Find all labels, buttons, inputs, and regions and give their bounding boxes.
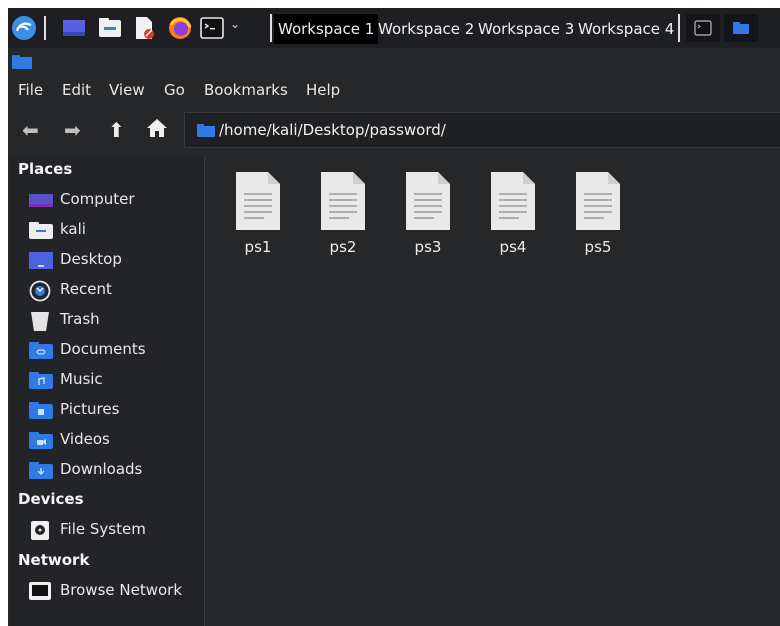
file-manager-window-icon[interactable]: [724, 14, 758, 42]
file-item-ps4[interactable]: ps4: [475, 166, 545, 266]
documents-folder-icon: [28, 340, 54, 360]
recent-icon: [28, 280, 54, 302]
music-folder-icon: [28, 370, 54, 390]
panel-separator: [270, 14, 272, 42]
text-editor-icon[interactable]: [130, 14, 158, 42]
file-name: ps5: [584, 238, 612, 256]
text-file-icon: [321, 172, 365, 230]
home-folder-icon: [28, 220, 54, 240]
up-arrow-icon[interactable]: ⬆: [108, 118, 125, 142]
panel-separator: [44, 16, 46, 40]
text-file-icon: [236, 172, 280, 230]
sidebar: Places Computer kali Desktop Recent Tras…: [10, 156, 204, 626]
file-name: ps1: [244, 238, 272, 256]
videos-folder-icon: [28, 430, 54, 450]
workspace-4-button[interactable]: Workspace 4: [578, 14, 674, 44]
sidebar-item-label: Browse Network: [60, 581, 183, 599]
desktop-icon: [28, 250, 54, 270]
sidebar-item-recent[interactable]: Recent: [26, 276, 202, 304]
menubar: File Edit View Go Bookmarks Help: [8, 76, 780, 104]
file-name: ps3: [414, 238, 442, 256]
sidebar-item-label: Computer: [60, 190, 135, 208]
chevron-down-icon[interactable]: ⌄: [230, 17, 240, 31]
location-folder-icon: [197, 124, 215, 137]
menu-bookmarks[interactable]: Bookmarks: [204, 81, 288, 99]
trash-icon: [28, 310, 54, 331]
network-icon: [28, 581, 54, 601]
back-arrow-icon[interactable]: ⬅: [22, 118, 39, 142]
sidebar-item-trash[interactable]: Trash: [26, 306, 202, 334]
workspace-3-button[interactable]: Workspace 3: [478, 14, 574, 44]
sidebar-item-browse-network[interactable]: Browse Network: [26, 577, 202, 605]
places-heading: Places: [18, 160, 73, 178]
menu-help[interactable]: Help: [306, 81, 340, 99]
sidebar-item-documents[interactable]: Documents: [26, 336, 202, 364]
sidebar-item-label: Documents: [60, 340, 146, 358]
kali-menu-icon[interactable]: [10, 14, 38, 42]
text-file-icon: [576, 172, 620, 230]
file-item-ps5[interactable]: ps5: [560, 166, 630, 266]
sidebar-item-label: Downloads: [60, 460, 143, 478]
sidebar-item-label: Recent: [60, 280, 112, 298]
sidebar-item-label: kali: [60, 220, 86, 238]
text-file-icon: [491, 172, 535, 230]
terminal-window-icon[interactable]: [686, 14, 720, 42]
sidebar-item-kali[interactable]: kali: [26, 216, 202, 244]
sidebar-item-desktop[interactable]: Desktop: [26, 246, 202, 274]
downloads-folder-icon: [28, 460, 54, 480]
sidebar-item-computer[interactable]: Computer: [26, 186, 202, 214]
menu-edit[interactable]: Edit: [62, 81, 91, 99]
sidebar-item-label: Music: [60, 370, 103, 388]
panel-separator: [678, 14, 680, 42]
file-view[interactable]: ps1 ps2 ps3 ps4 ps5: [206, 156, 780, 626]
menu-view[interactable]: View: [109, 81, 145, 99]
desktop-screen: ⌄ Workspace 1 Workspace 2 Workspace 3 Wo…: [0, 0, 780, 626]
home-icon[interactable]: [146, 118, 168, 143]
forward-arrow-icon[interactable]: ➡: [64, 118, 81, 142]
network-heading: Network: [18, 551, 90, 569]
file-name: ps4: [499, 238, 527, 256]
text-file-icon: [406, 172, 450, 230]
sidebar-item-pictures[interactable]: Pictures: [26, 396, 202, 424]
pictures-folder-icon: [28, 400, 54, 420]
sidebar-divider[interactable]: [204, 156, 205, 626]
devices-heading: Devices: [18, 490, 84, 508]
terminal-icon[interactable]: [198, 14, 226, 42]
sidebar-item-file-system[interactable]: File System: [26, 516, 202, 544]
sidebar-item-label: Trash: [60, 310, 100, 328]
sidebar-item-music[interactable]: Music: [26, 366, 202, 394]
file-name: ps2: [329, 238, 357, 256]
file-item-ps3[interactable]: ps3: [390, 166, 460, 266]
menu-file[interactable]: File: [18, 81, 43, 99]
file-manager-icon[interactable]: [96, 14, 124, 42]
menu-go[interactable]: Go: [164, 81, 185, 99]
show-desktop-icon[interactable]: [60, 14, 88, 42]
sidebar-item-label: File System: [60, 520, 146, 538]
sidebar-item-label: Desktop: [60, 250, 122, 268]
file-item-ps2[interactable]: ps2: [305, 166, 375, 266]
file-item-ps1[interactable]: ps1: [220, 166, 290, 266]
location-bar[interactable]: /home/kali/Desktop/password/: [184, 112, 780, 148]
window-titlebar[interactable]: [8, 48, 780, 76]
workspace-2-button[interactable]: Workspace 2: [378, 14, 474, 44]
sidebar-item-label: Videos: [60, 430, 110, 448]
sidebar-item-videos[interactable]: Videos: [26, 426, 202, 454]
computer-icon: [28, 190, 54, 210]
sidebar-item-downloads[interactable]: Downloads: [26, 456, 202, 484]
window-folder-icon: [12, 55, 32, 69]
firefox-icon[interactable]: [166, 14, 194, 42]
sidebar-item-label: Pictures: [60, 400, 120, 418]
drive-icon: [28, 520, 54, 540]
workspace-1-button[interactable]: Workspace 1: [274, 14, 379, 44]
file-manager-window: File Edit View Go Bookmarks Help ⬅ ➡ ⬆ /…: [8, 48, 780, 626]
location-path: /home/kali/Desktop/password/: [219, 121, 446, 139]
top-panel: ⌄ Workspace 1 Workspace 2 Workspace 3 Wo…: [8, 8, 780, 48]
